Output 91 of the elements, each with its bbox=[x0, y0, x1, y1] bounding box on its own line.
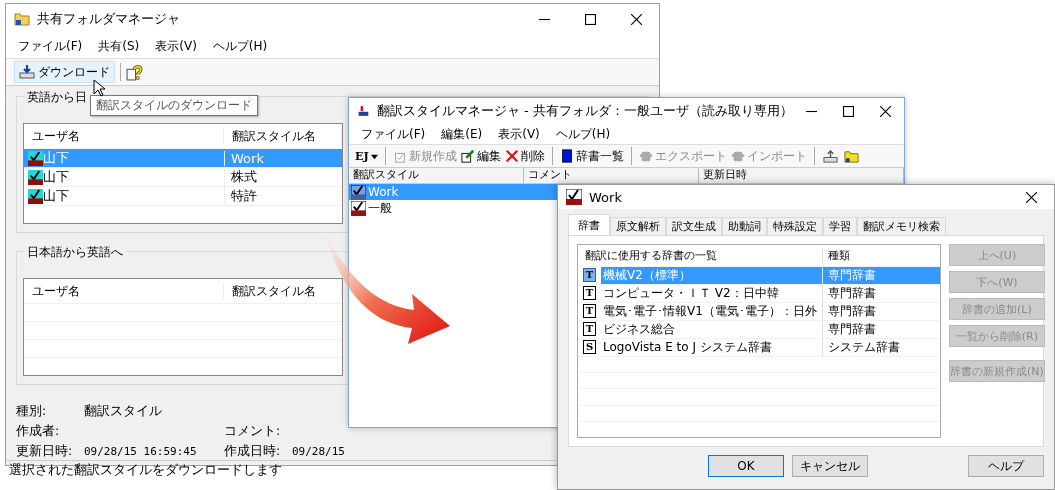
dictionary-row[interactable]: 電気･電子･情報V1（電気･電子）：日外 bbox=[601, 302, 822, 320]
dictionary-row[interactable]: ビジネス総合 bbox=[601, 320, 822, 338]
style-file-icon bbox=[566, 189, 582, 205]
maximize-icon bbox=[584, 13, 596, 25]
window-title: 翻訳スタイルマネージャ - 共有フォルダ：一般ユーザ（読み取り専用） bbox=[376, 102, 793, 120]
folder-icon[interactable] bbox=[843, 148, 859, 164]
column-header[interactable]: 翻訳に使用する辞書の一覧 bbox=[578, 247, 822, 263]
dictionary-type: 専門辞書 bbox=[822, 320, 940, 338]
list-row[interactable]: 山下 株式 bbox=[24, 167, 342, 186]
group-title: 日本語から英語へ bbox=[25, 244, 125, 261]
help-icon[interactable] bbox=[126, 63, 143, 81]
user-name: 山下 bbox=[43, 187, 69, 205]
edit-button[interactable]: 編集 bbox=[458, 147, 503, 165]
app-icon bbox=[357, 103, 370, 119]
dictionary-type: 専門辞書 bbox=[822, 284, 940, 302]
tab[interactable]: 学習 bbox=[823, 217, 857, 235]
dictionary-type-icon: T bbox=[583, 286, 596, 301]
edit-icon bbox=[460, 149, 475, 163]
column-header[interactable]: ユーザ名 bbox=[24, 127, 224, 145]
menu-item[interactable]: 編集(E) bbox=[433, 125, 491, 143]
column-header[interactable]: 更新日時 bbox=[699, 168, 904, 183]
download-icon bbox=[19, 64, 35, 80]
column-header[interactable]: 種類 bbox=[822, 247, 940, 263]
upload-icon[interactable] bbox=[822, 148, 838, 164]
info-label: 種別: bbox=[16, 403, 48, 420]
language-dropdown[interactable]: EJ bbox=[353, 149, 380, 163]
style-name: 株式 bbox=[224, 168, 342, 186]
tab[interactable]: 特殊設定 bbox=[767, 217, 823, 235]
delete-icon bbox=[504, 149, 519, 163]
info-label: 作成者: bbox=[16, 423, 61, 440]
style-name: Work bbox=[224, 150, 342, 166]
dictionary-type-icon: T bbox=[583, 268, 596, 283]
style-file-icon bbox=[351, 184, 366, 200]
caret-icon bbox=[370, 152, 378, 160]
dictionary-type-icon: S bbox=[583, 340, 596, 355]
style-file-icon bbox=[28, 169, 43, 185]
menu-item[interactable]: 表示(V) bbox=[147, 37, 205, 55]
tab[interactable]: 原文解析 bbox=[610, 217, 666, 235]
style-name: Work bbox=[368, 185, 399, 199]
info-value: 09/28/15 16:59:45 bbox=[84, 445, 198, 458]
menu-item[interactable]: ファイル(F) bbox=[10, 37, 91, 55]
user-name: 山下 bbox=[43, 168, 69, 186]
menu-item[interactable]: 共有(S) bbox=[90, 37, 148, 55]
download-button[interactable]: ダウンロード bbox=[14, 61, 115, 83]
tab[interactable]: 訳文生成 bbox=[666, 217, 722, 235]
tab[interactable]: 助動詞 bbox=[722, 217, 767, 235]
dialog-button[interactable]: ヘルプ bbox=[968, 455, 1044, 477]
dictionary-type: 専門辞書 bbox=[822, 266, 940, 284]
tab[interactable]: 翻訳メモリ検索 bbox=[857, 217, 946, 235]
menu-item[interactable]: 表示(V) bbox=[490, 125, 548, 143]
dialog-button[interactable]: キャンセル bbox=[792, 455, 868, 477]
tooltip: 翻訳スタイルのダウンロード bbox=[90, 95, 258, 116]
group-title: 英語から日 bbox=[25, 89, 89, 106]
folder-icon bbox=[14, 11, 30, 27]
tab[interactable]: 辞書 bbox=[568, 214, 610, 235]
dictionary-type: システム辞書 bbox=[822, 338, 940, 356]
dialog-button[interactable]: OK bbox=[708, 455, 784, 477]
dictionary-type: 専門辞書 bbox=[822, 302, 940, 320]
column-header[interactable]: ユーザ名 bbox=[24, 282, 224, 300]
style-name: 特許 bbox=[224, 187, 342, 205]
dictionary-type-icon: T bbox=[583, 322, 596, 337]
column-header[interactable]: コメント bbox=[524, 168, 699, 183]
column-header[interactable]: 翻訳スタイル bbox=[349, 168, 524, 183]
style-file-icon bbox=[28, 150, 43, 166]
maximize-icon bbox=[842, 105, 854, 117]
close-icon bbox=[879, 105, 891, 117]
plug-icon bbox=[730, 149, 745, 163]
info-label: 作成日時: bbox=[224, 443, 282, 460]
column-header[interactable]: 翻訳スタイル名 bbox=[224, 282, 342, 300]
close-icon bbox=[630, 13, 642, 25]
info-value: 翻訳スタイル bbox=[84, 403, 163, 420]
info-label: コメント: bbox=[224, 423, 282, 440]
dictionary-button[interactable]: 辞書一覧 bbox=[557, 147, 626, 165]
info-value: 09/28/15 bbox=[292, 445, 346, 458]
dictionary-type-icon: T bbox=[583, 304, 596, 319]
close-icon bbox=[1025, 191, 1037, 203]
style-name: 一般 bbox=[368, 199, 392, 217]
dictionary-row[interactable]: コンピュータ・ＩＴ V2：日中韓 bbox=[601, 284, 822, 302]
menu-item[interactable]: ヘルプ(H) bbox=[547, 125, 619, 143]
style-file-icon bbox=[28, 188, 43, 204]
menu-item[interactable]: ファイル(F) bbox=[353, 125, 434, 143]
delete-button[interactable]: 削除 bbox=[502, 147, 547, 165]
book-icon bbox=[559, 149, 574, 163]
window-title: 共有フォルダマネージャ bbox=[37, 10, 180, 28]
dictionary-row[interactable]: LogoVista E to J システム辞書 bbox=[601, 338, 822, 356]
info-label: 更新日時: bbox=[16, 443, 74, 460]
plug-icon bbox=[638, 149, 653, 163]
menu-item[interactable]: ヘルプ(H) bbox=[204, 37, 276, 55]
column-header[interactable]: 翻訳スタイル名 bbox=[224, 127, 342, 145]
user-name: 山下 bbox=[43, 149, 69, 167]
list-row[interactable]: 山下 特許 bbox=[24, 186, 342, 205]
